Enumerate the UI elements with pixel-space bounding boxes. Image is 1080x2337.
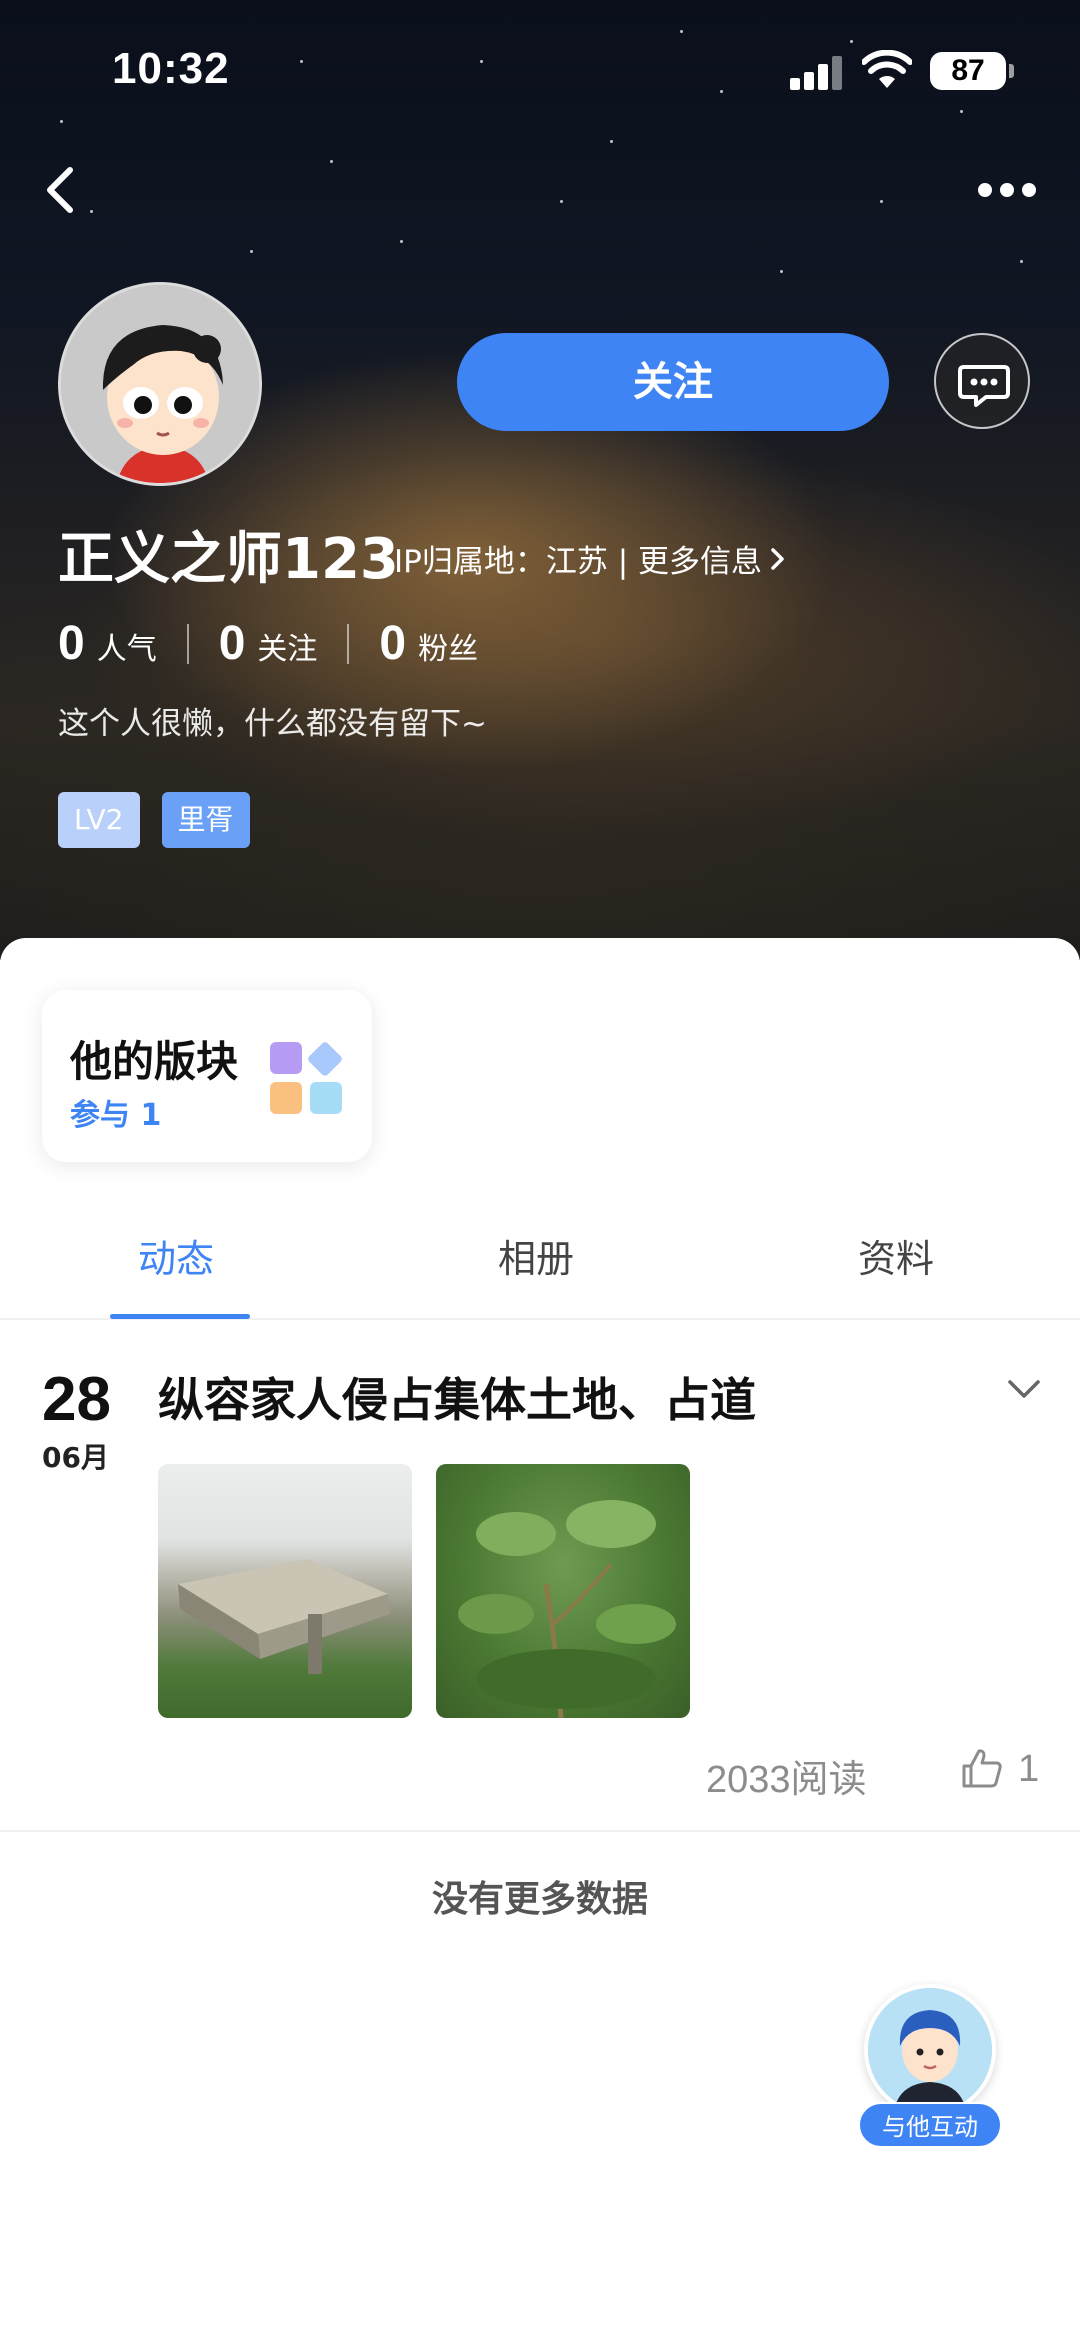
- battery-indicator: 87: [930, 52, 1014, 90]
- photo-content: [178, 1559, 390, 1674]
- post-day: 28: [42, 1365, 111, 1434]
- sections-card-subtitle: 参与 1: [70, 1098, 162, 1133]
- active-tab-indicator: [110, 1314, 250, 1319]
- post-photo[interactable]: [158, 1464, 412, 1718]
- status-bar: 10:32 87: [0, 0, 1080, 140]
- grid-icon: [270, 1042, 342, 1114]
- profile-tabs: 动态 相册 资料: [0, 1190, 1080, 1320]
- tab-activity[interactable]: 动态: [138, 1228, 214, 1283]
- interact-with-him-button[interactable]: 与他互动: [858, 1984, 1004, 2152]
- stat-popularity[interactable]: 0 人气: [58, 616, 157, 671]
- message-icon: [958, 365, 1010, 407]
- post-photo[interactable]: [436, 1464, 690, 1718]
- avatar-illustration: [61, 285, 259, 483]
- tab-album[interactable]: 相册: [498, 1228, 574, 1283]
- post-title[interactable]: 纵容家人侵占集体土地、占道: [158, 1364, 756, 1430]
- message-button[interactable]: [934, 333, 1030, 429]
- stat-label: 关注: [257, 632, 318, 667]
- stat-followers[interactable]: 0 粉丝: [379, 616, 478, 671]
- avatar[interactable]: [58, 282, 262, 486]
- interact-label: 与他互动: [858, 2102, 1002, 2148]
- stat-value: 0: [58, 617, 85, 670]
- stat-divider: [186, 623, 189, 664]
- back-icon[interactable]: [36, 160, 84, 220]
- boy-avatar-illustration: [868, 1988, 992, 2112]
- interact-avatar: [864, 1984, 996, 2116]
- chevron-down-icon[interactable]: [1004, 1374, 1044, 1404]
- thumbs-up-icon[interactable]: [960, 1746, 1004, 1790]
- stat-following[interactable]: 0 关注: [219, 616, 318, 671]
- stat-value: 0: [218, 617, 246, 670]
- cellular-signal-icon: [790, 56, 844, 90]
- title-badge: 里胥: [161, 792, 250, 848]
- more-icon[interactable]: [972, 170, 1042, 210]
- post-item[interactable]: 28 06月 纵容家人侵占集体土地、占道 2033阅读 1: [0, 1322, 1080, 1832]
- ip-location-more-info[interactable]: IP归属地：江苏 | 更多信息: [394, 536, 788, 581]
- tab-profile-info[interactable]: 资料: [858, 1228, 934, 1283]
- ip-location-label: IP归属地：江苏 | 更多信息: [394, 544, 762, 580]
- no-more-data-label: 没有更多数据: [431, 1879, 648, 1920]
- profile-tags: LV2 里胥: [58, 792, 250, 848]
- level-badge: LV2: [58, 792, 140, 848]
- post-month: 06月: [42, 1441, 109, 1474]
- stat-divider: [347, 623, 350, 664]
- sections-card[interactable]: 他的版块 参与 1: [42, 990, 372, 1162]
- sections-card-title: 他的版块: [70, 1037, 239, 1086]
- stat-label: 粉丝: [418, 632, 479, 667]
- username: 正义之师123: [58, 527, 399, 592]
- status-time: 10:32: [112, 44, 230, 93]
- photo-content: [458, 1500, 676, 1718]
- follow-button[interactable]: 关注: [457, 333, 889, 431]
- stat-value: 0: [379, 617, 407, 670]
- post-read-count: 2033阅读: [706, 1759, 867, 1801]
- profile-stats: 0 人气 0 关注 0 粉丝: [58, 616, 478, 671]
- profile-bio: 这个人很懒，什么都没有留下~: [58, 706, 487, 742]
- post-like-count: 1: [1018, 1748, 1040, 1790]
- stat-label: 人气: [96, 632, 157, 667]
- wifi-icon: [862, 50, 912, 88]
- chevron-right-icon: [771, 547, 784, 570]
